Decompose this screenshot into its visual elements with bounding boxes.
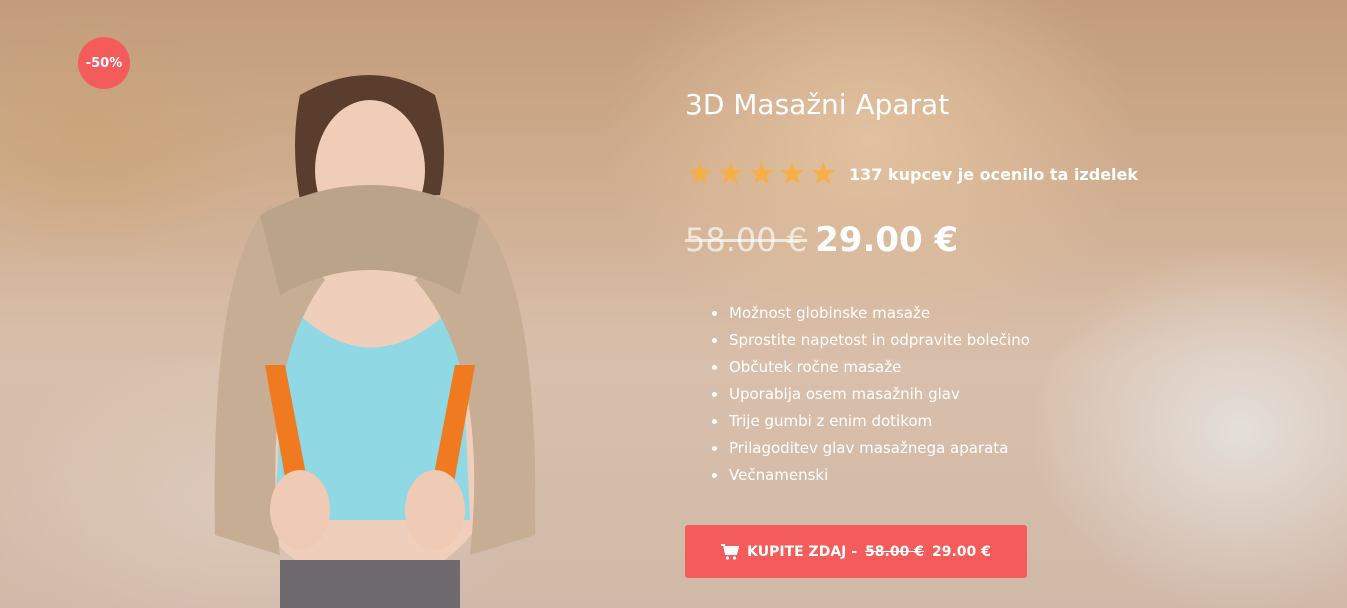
- old-price: 58.00 €: [685, 221, 808, 259]
- rating: ★ ★ ★ ★ ★ 137 kupcev je ocenilo ta izdel…: [686, 157, 1138, 191]
- feature-item: Uporablja osem masažnih glav: [712, 381, 1030, 408]
- product-image: [214, 75, 536, 608]
- price-block: 58.00 € 29.00 €: [685, 220, 958, 260]
- star-rating: ★ ★ ★ ★ ★: [686, 157, 837, 191]
- feature-item: Občutek ročne masaže: [712, 354, 1030, 381]
- feature-item: Možnost globinske masaže: [712, 300, 1030, 327]
- feature-item: Večnamenski: [712, 462, 1030, 489]
- feature-item: Sprostite napetost in odpravite bolečino: [712, 327, 1030, 354]
- buy-now-button[interactable]: KUPITE ZDAJ - 58.00 € 29.00 €: [685, 525, 1027, 578]
- star-icon: ★: [747, 156, 776, 192]
- hand-left: [270, 470, 330, 550]
- feature-list: Možnost globinske masaže Sprostite napet…: [712, 300, 1030, 489]
- star-icon: ★: [809, 156, 837, 192]
- leggings: [280, 560, 460, 608]
- rating-text: 137 kupcev je ocenilo ta izdelek: [848, 164, 1139, 184]
- star-icon: ★: [716, 156, 745, 192]
- feature-item: Trije gumbi z enim dotikom: [712, 408, 1030, 435]
- buy-label: KUPITE ZDAJ -: [747, 543, 858, 560]
- buy-new-price: 29.00 €: [931, 543, 991, 560]
- hero-section: -50% 3D Masažni Aparat ★ ★ ★ ★ ★ 137 kup…: [0, 0, 1347, 608]
- star-icon: ★: [686, 156, 714, 192]
- buy-old-price: 58.00 €: [865, 543, 924, 560]
- product-title: 3D Masažni Aparat: [685, 88, 950, 121]
- discount-badge: -50%: [78, 37, 130, 89]
- hand-right: [405, 470, 465, 550]
- star-icon: ★: [778, 156, 807, 192]
- new-price: 29.00 €: [815, 220, 959, 260]
- feature-item: Prilagoditev glav masažnega aparata: [712, 435, 1030, 462]
- cart-icon: [721, 543, 740, 560]
